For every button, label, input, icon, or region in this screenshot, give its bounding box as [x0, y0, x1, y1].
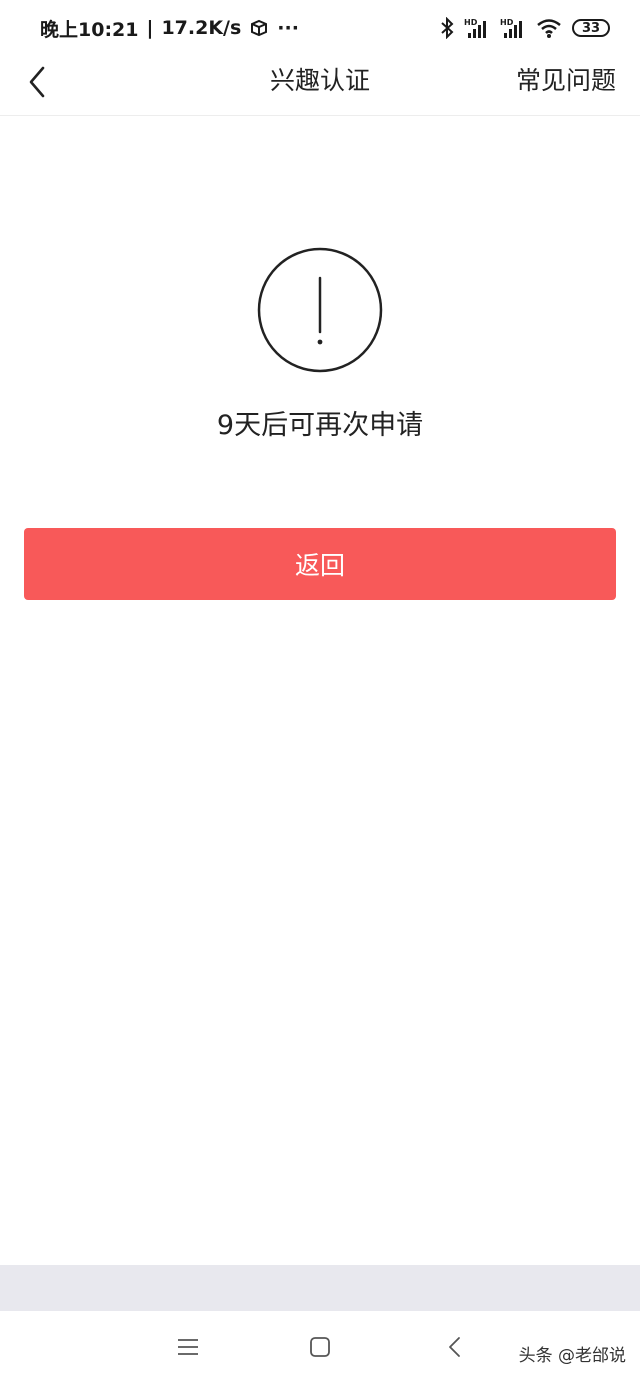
wifi-icon: [536, 17, 562, 39]
signal-hd-1-icon: HD: [464, 17, 490, 39]
screen: 晚上10:21 | 17.2K/s ··· HD HD 33 兴趣认证 常见问题…: [0, 0, 640, 1387]
faq-link[interactable]: 常见问题: [516, 56, 616, 106]
system-nav: 头条 @老邰说: [0, 1311, 640, 1387]
watermark: 头条 @老邰说: [518, 1346, 626, 1366]
nav-bar: 兴趣认证 常见问题: [0, 56, 640, 116]
exclamation-circle-icon: [256, 246, 384, 374]
status-separator: |: [146, 17, 154, 39]
signal-hd-2-icon: HD: [500, 17, 526, 39]
package-icon: [249, 18, 269, 38]
svg-text:HD: HD: [464, 18, 478, 27]
system-menu-button[interactable]: [170, 1333, 206, 1365]
system-home-button[interactable]: [302, 1333, 338, 1365]
status-net-speed: 17.2K/s: [161, 17, 242, 39]
status-right: HD HD 33: [440, 17, 610, 39]
svg-text:HD: HD: [500, 18, 514, 27]
bluetooth-icon: [440, 17, 454, 39]
bottom-strip: [0, 1265, 640, 1311]
reapply-message: 9天后可再次申请: [216, 410, 424, 441]
back-icon: [447, 1336, 461, 1362]
home-icon: [309, 1336, 331, 1362]
status-time: 晚上10:21: [40, 18, 139, 41]
return-button[interactable]: 返回: [24, 528, 616, 600]
menu-icon: [177, 1337, 199, 1361]
status-left: 晚上10:21 | 17.2K/s ···: [40, 15, 299, 42]
system-back-button[interactable]: [436, 1333, 472, 1365]
status-more: ···: [277, 17, 299, 39]
status-bar: 晚上10:21 | 17.2K/s ··· HD HD 33: [0, 0, 640, 56]
battery-indicator: 33: [572, 19, 610, 37]
